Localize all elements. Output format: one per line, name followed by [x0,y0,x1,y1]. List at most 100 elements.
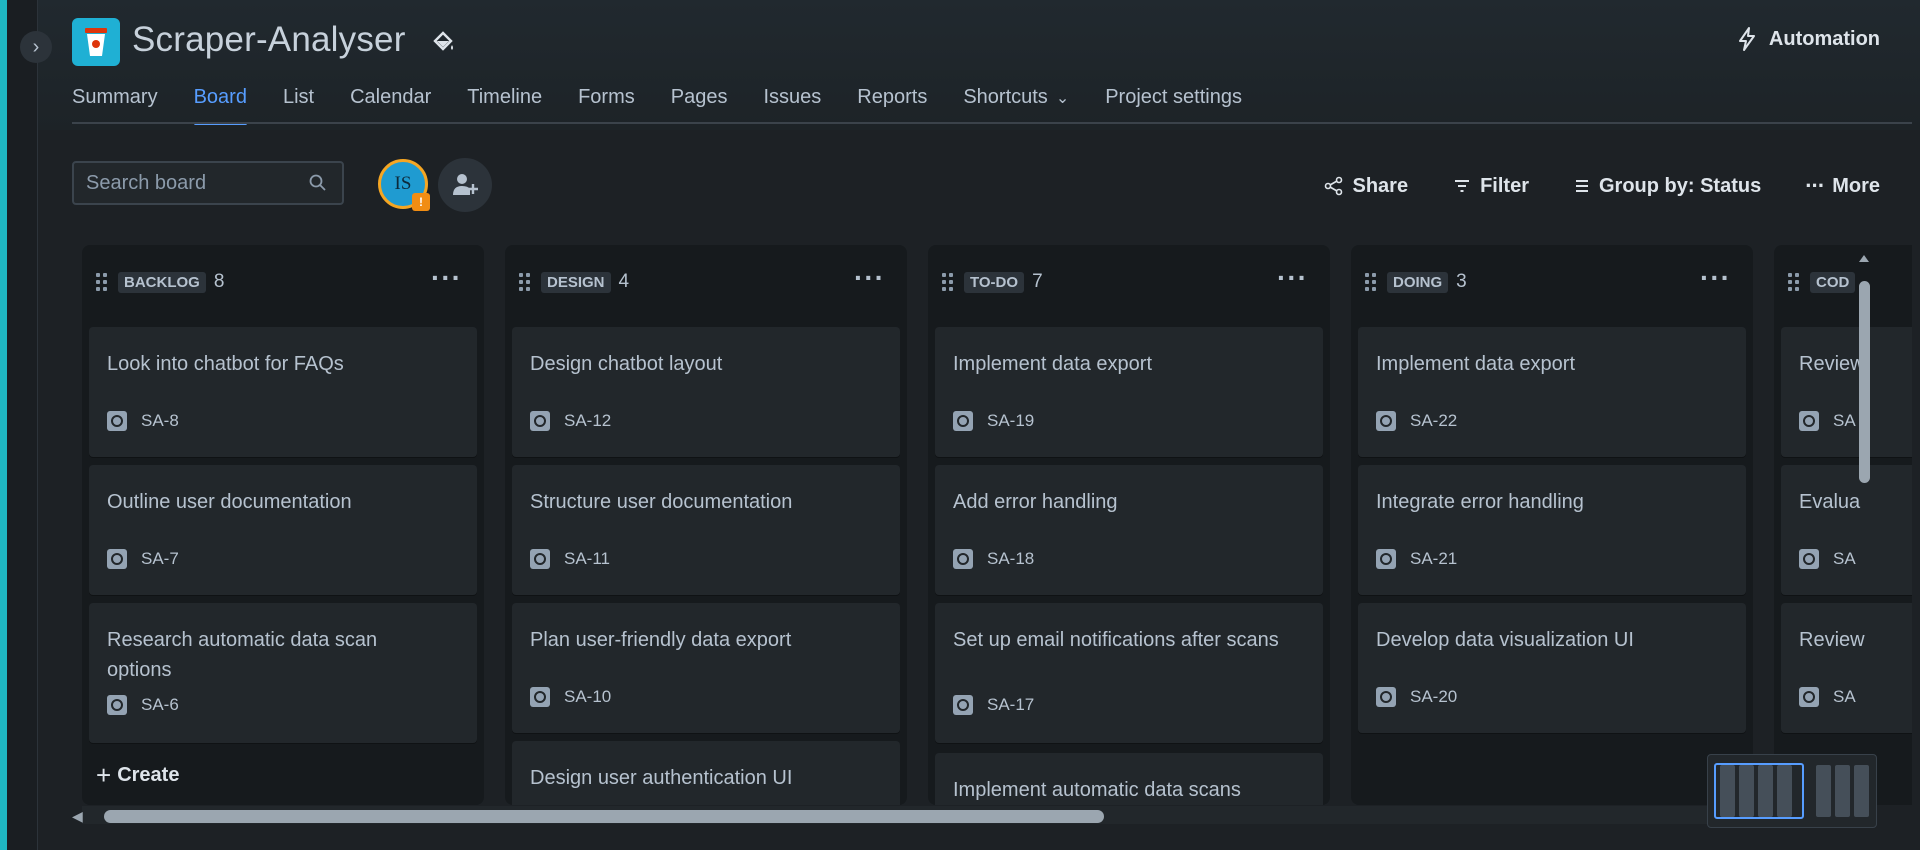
vertical-scroll-thumb[interactable] [1859,281,1870,483]
card-meta: SA-11 [530,549,610,569]
card[interactable]: Implement data export SA-22 [1358,327,1746,457]
tab-issues[interactable]: Issues [763,86,821,124]
card-key: SA-20 [1410,687,1458,706]
drag-handle-icon[interactable] [96,273,108,291]
card[interactable]: Implement data export SA-19 [935,327,1323,457]
group-by-button[interactable]: Group by: Status [1573,175,1761,198]
column-count: 4 [618,271,630,292]
tab-pages[interactable]: Pages [671,86,728,124]
drag-handle-icon[interactable] [1788,273,1800,291]
filter-icon [1455,180,1470,192]
card-key: SA-21 [1410,549,1458,568]
task-icon [530,411,550,431]
minimap-column [1854,765,1869,817]
task-icon [953,549,973,569]
add-people-button[interactable] [438,158,492,212]
tab-list[interactable]: List [283,86,314,124]
drag-handle-icon[interactable] [942,273,954,291]
column-more-icon[interactable]: ··· [431,264,462,292]
card-meta: SA-7 [107,549,179,569]
card-meta: SA-8 [107,411,179,431]
minimap-viewport[interactable] [1714,763,1804,819]
card[interactable]: Develop data visualization UI SA-20 [1358,603,1746,733]
drag-handle-icon[interactable] [519,273,531,291]
chevron-down-icon[interactable]: ⌄ [1056,88,1069,108]
card-title: Develop data visualization UI [1376,629,1634,651]
sidebar-collapsed [7,0,38,850]
tab-reports[interactable]: Reports [857,86,927,124]
project-icon [72,18,120,66]
task-icon [107,695,127,715]
card[interactable]: Integrate error handling SA-21 [1358,465,1746,595]
main-area: Scraper-Analyser Automation Summary Boar… [38,0,1920,850]
tab-calendar[interactable]: Calendar [350,86,431,124]
task-icon [1376,687,1396,707]
tab-forms[interactable]: Forms [578,86,635,124]
paint-bucket-icon[interactable] [430,28,458,56]
card-key: SA-8 [141,411,179,430]
column-count: 8 [213,271,225,292]
card[interactable]: Set up email notifications after scans S… [935,603,1323,743]
expand-sidebar-button[interactable]: › [20,31,52,63]
tab-shortcuts[interactable]: Shortcuts ⌄ [963,86,1069,124]
card-key: SA-22 [1410,411,1458,430]
column-name: TO-DO [964,271,1025,293]
column-more-icon[interactable]: ··· [854,264,885,292]
share-label: Share [1352,174,1409,197]
tab-timeline[interactable]: Timeline [467,86,542,124]
column-header: DESIGN 4 ··· [505,264,907,297]
column-more-icon[interactable]: ··· [1700,264,1731,292]
card[interactable]: Outline user documentation SA-7 [89,465,477,595]
card[interactable]: Evalua SA [1781,465,1912,595]
card-title: Research automatic data scan options [107,629,378,681]
card-meta: SA [1799,411,1856,431]
card-key: SA [1833,549,1856,568]
vertical-scrollbar[interactable] [1857,253,1871,773]
tab-summary[interactable]: Summary [72,86,158,124]
card-title: Design chatbot layout [530,353,723,375]
minimap-column [1816,765,1831,817]
create-button[interactable]: + Create [96,760,179,791]
tab-board[interactable]: Board [193,86,248,125]
filter-button[interactable]: Filter [1452,175,1529,198]
card-meta: SA-19 [953,411,1034,431]
column-doing: DOING 3 ··· Implement data export SA-22 … [1351,245,1753,805]
card[interactable]: Implement automatic data scans [935,753,1323,805]
tab-project-settings[interactable]: Project settings [1105,86,1242,124]
more-button[interactable]: ··· More [1805,173,1880,199]
column-name: DOING [1387,271,1449,293]
search-icon [309,174,326,191]
task-icon [1799,687,1819,707]
card[interactable]: Research automatic data scan options SA-… [89,603,477,743]
scroll-left-icon[interactable]: ◀ [72,808,83,825]
card[interactable]: Design chatbot layout SA-12 [512,327,900,457]
card[interactable]: Look into chatbot for FAQs SA-8 [89,327,477,457]
card[interactable]: Plan user-friendly data export SA-10 [512,603,900,733]
card-meta: SA-21 [1376,549,1457,569]
minimap-column [1835,765,1850,817]
drag-handle-icon[interactable] [1365,273,1377,291]
more-label: More [1832,174,1880,197]
card[interactable]: Review SA [1781,327,1912,457]
project-title: Scraper-Analyser [132,20,406,59]
card-title: Outline user documentation [107,491,352,513]
column-backlog: BACKLOG 8 ··· Look into chatbot for FAQs… [82,245,484,805]
card[interactable]: Design user authentication UI [512,741,900,805]
column-header: TO-DO 7 ··· [928,264,1330,297]
search-board-field[interactable] [72,161,344,205]
scroll-up-icon[interactable] [1857,253,1871,265]
add-user-icon [453,174,478,195]
task-icon [107,549,127,569]
card[interactable]: Add error handling SA-18 [935,465,1323,595]
board-minimap[interactable] [1707,754,1877,828]
filter-label: Filter [1480,174,1529,197]
list-icon [1575,180,1588,192]
search-input[interactable] [84,170,308,196]
horizontal-scroll-thumb[interactable] [104,810,1104,823]
share-button[interactable]: Share [1324,175,1408,198]
automation-button[interactable]: Automation [1735,26,1880,52]
card[interactable]: Structure user documentation SA-11 [512,465,900,595]
column-more-icon[interactable]: ··· [1277,264,1308,292]
share-icon [1325,176,1343,196]
card[interactable]: Review SA [1781,603,1912,733]
